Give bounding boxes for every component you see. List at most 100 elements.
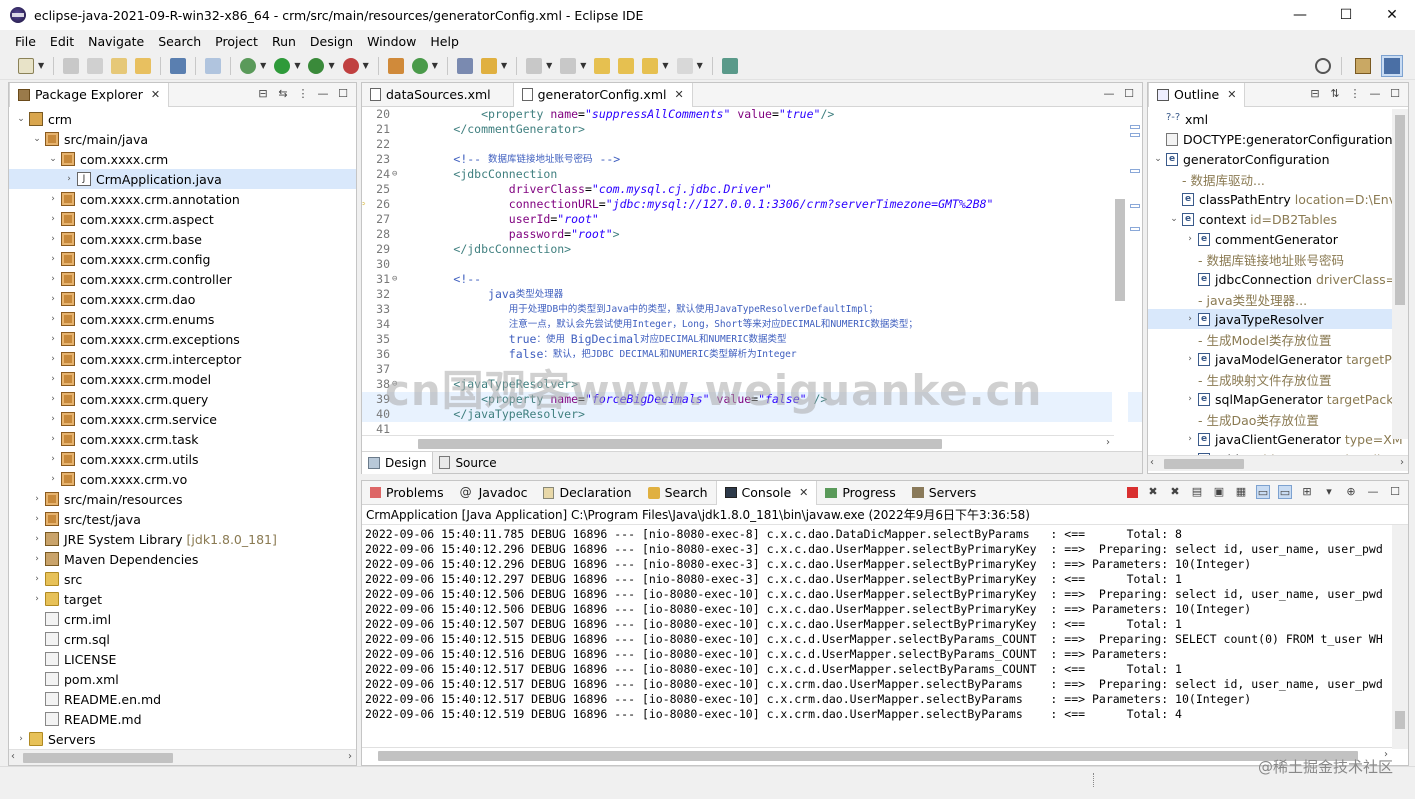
save-all-icon[interactable] — [87, 57, 104, 74]
chevron-right-icon[interactable]: › — [1184, 434, 1196, 444]
chevron-right-icon[interactable]: › — [1184, 354, 1196, 364]
chevron-right-icon[interactable]: › — [31, 514, 43, 524]
menu-design[interactable]: Design — [310, 34, 353, 49]
forward-edit-icon[interactable] — [618, 57, 635, 74]
tab-search[interactable]: Search — [640, 481, 716, 505]
tree-item[interactable]: › com.xxxx.crm.annotation — [9, 189, 356, 209]
chevron-down-icon[interactable]: ▼ — [294, 61, 300, 70]
tree-item[interactable]: › src/main/resources — [9, 489, 356, 509]
open-type-icon[interactable] — [456, 57, 473, 74]
console-vertical-scrollbar[interactable] — [1392, 525, 1408, 749]
save-icon[interactable] — [63, 57, 80, 74]
tree-item[interactable]: › com.xxxx.crm.interceptor — [9, 349, 356, 369]
outline-item[interactable]: ?-? xml — [1148, 109, 1408, 129]
menu-edit[interactable]: Edit — [50, 34, 74, 49]
open-console-icon[interactable]: ⊕ — [1344, 485, 1358, 499]
back-arrow-icon[interactable] — [642, 57, 659, 74]
tree-item[interactable]: › com.xxxx.crm.query — [9, 389, 356, 409]
java-perspective-icon[interactable] — [1381, 55, 1403, 77]
chevron-right-icon[interactable]: › — [47, 194, 59, 204]
outline-item[interactable]: e classPathEntry location=D:\Envir — [1148, 189, 1408, 209]
editor-horizontal-scrollbar[interactable]: › — [362, 435, 1114, 451]
tab-design[interactable]: Design — [362, 451, 434, 474]
tab-datasources-xml[interactable]: dataSources.xml — [362, 83, 499, 107]
scroll-right-icon[interactable]: › — [1106, 437, 1110, 448]
chevron-down-icon[interactable]: ▼ — [662, 61, 668, 70]
code-editor[interactable]: 20 <property name = "suppressAllComments" … — [362, 107, 1142, 437]
scroll-left-icon[interactable]: ‹ — [1150, 457, 1154, 468]
chevron-down-icon[interactable]: ▼ — [38, 61, 44, 70]
chevron-down-icon[interactable]: ⌄ — [47, 154, 59, 164]
minimize-view-icon[interactable]: — — [1366, 485, 1380, 499]
new-java-class-icon[interactable] — [411, 57, 428, 74]
outline-item[interactable]: - 生成映射文件存放位置 — [1148, 369, 1408, 389]
view-menu-icon[interactable]: ⋮ — [1348, 87, 1362, 101]
coverage-icon[interactable] — [308, 57, 325, 74]
close-icon[interactable]: ✕ — [799, 486, 808, 499]
remove-all-terminated-icon[interactable]: ✖ — [1168, 485, 1182, 499]
chevron-right-icon[interactable]: › — [31, 494, 43, 504]
previous-annotation-icon[interactable] — [560, 57, 577, 74]
collapse-all-icon[interactable]: ⊟ — [1308, 87, 1322, 101]
tree-item[interactable]: › com.xxxx.crm.task — [9, 429, 356, 449]
chevron-right-icon[interactable]: › — [47, 354, 59, 364]
chevron-right-icon[interactable]: › — [47, 394, 59, 404]
fold-icon[interactable]: ⊖ — [392, 272, 397, 287]
tree-item[interactable]: › target — [9, 589, 356, 609]
clear-console-icon[interactable]: ▤ — [1190, 485, 1204, 499]
external-tools-icon[interactable] — [342, 57, 359, 74]
tree-item[interactable]: › com.xxxx.crm.config — [9, 249, 356, 269]
scrollbar-thumb[interactable] — [23, 753, 173, 763]
tree-item[interactable]: README.md — [9, 709, 356, 729]
scrollbar-thumb[interactable] — [1164, 459, 1244, 469]
chevron-down-icon[interactable]: ⌄ — [31, 134, 43, 144]
tree-item[interactable]: › com.xxxx.crm.exceptions — [9, 329, 356, 349]
tab-generatorconfig-xml[interactable]: generatorConfig.xml ✕ — [512, 82, 693, 107]
chevron-right-icon[interactable]: › — [47, 314, 59, 324]
tree-item[interactable]: crm.iml — [9, 609, 356, 629]
view-menu-icon[interactable]: ⋮ — [296, 87, 310, 101]
tree-item[interactable]: › src/test/java — [9, 509, 356, 529]
close-icon[interactable]: ✕ — [151, 88, 160, 101]
display-console-icon[interactable]: ▾ — [1322, 485, 1336, 499]
chevron-right-icon[interactable]: › — [47, 434, 59, 444]
fold-icon[interactable]: ⊖ — [392, 167, 397, 182]
pin-editor-icon[interactable] — [721, 57, 738, 74]
forward-arrow-icon[interactable] — [676, 57, 693, 74]
scrollbar-thumb[interactable] — [418, 439, 942, 449]
chevron-right-icon[interactable]: › — [47, 294, 59, 304]
menu-search[interactable]: Search — [158, 34, 201, 49]
scroll-lock-icon[interactable]: ▣ — [1212, 485, 1226, 499]
outline-item[interactable]: - 生成Dao类存放位置 — [1148, 409, 1408, 429]
outline-horizontal-scrollbar[interactable]: ‹ › — [1148, 455, 1408, 471]
outline-item[interactable]: ⌄ e context id=DB2Tables — [1148, 209, 1408, 229]
chevron-down-icon[interactable]: ▼ — [363, 61, 369, 70]
maximize-button[interactable]: ☐ — [1323, 0, 1369, 30]
outline-item[interactable]: - 数据库驱动... — [1148, 169, 1408, 189]
chevron-right-icon[interactable]: › — [47, 214, 59, 224]
chevron-down-icon[interactable]: ▼ — [580, 61, 586, 70]
chevron-down-icon[interactable]: ▼ — [546, 61, 552, 70]
outline-item[interactable]: › e javaModelGenerator targetPa — [1148, 349, 1408, 369]
tab-console[interactable]: Console ✕ — [715, 480, 818, 505]
menu-file[interactable]: File — [15, 34, 36, 49]
close-button[interactable]: ✕ — [1369, 0, 1415, 30]
tab-outline[interactable]: Outline ✕ — [1148, 82, 1246, 107]
maximize-view-icon[interactable]: ☐ — [336, 87, 350, 101]
search-icon[interactable] — [1315, 58, 1331, 74]
link-with-editor-icon[interactable]: ⇆ — [276, 87, 290, 101]
menu-project[interactable]: Project — [215, 34, 258, 49]
tree-item[interactable]: › com.xxxx.crm.utils — [9, 449, 356, 469]
chevron-right-icon[interactable]: › — [31, 594, 43, 604]
scroll-right-icon[interactable]: › — [348, 751, 352, 762]
tree-item[interactable]: pom.xml — [9, 669, 356, 689]
outline-item[interactable]: e jdbcConnection driverClass=c — [1148, 269, 1408, 289]
run-icon[interactable] — [274, 57, 291, 74]
show-on-stdout-icon[interactable]: ▭ — [1256, 485, 1270, 499]
chevron-down-icon[interactable]: ▼ — [328, 61, 334, 70]
menu-navigate[interactable]: Navigate — [88, 34, 144, 49]
scroll-right-icon[interactable]: › — [1400, 457, 1404, 468]
new-icon[interactable] — [18, 57, 34, 74]
chevron-right-icon[interactable]: › — [47, 374, 59, 384]
scrollbar-thumb[interactable] — [1115, 199, 1125, 301]
